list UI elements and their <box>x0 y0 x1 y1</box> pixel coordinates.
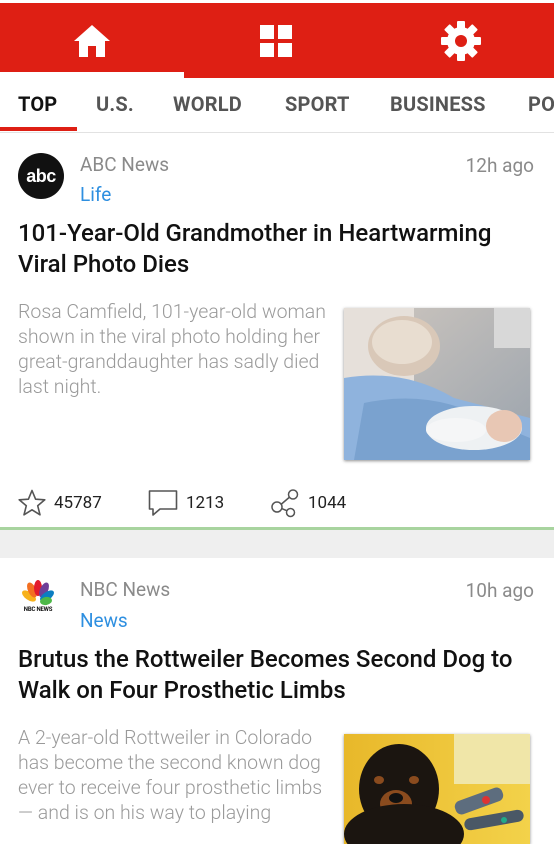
like-count: 45787 <box>54 493 102 513</box>
tab-business[interactable]: BUSINESS <box>390 78 486 130</box>
article-summary: Rosa Camfield, 101-year-old woman shown … <box>18 300 326 398</box>
share-button[interactable]: 1044 <box>270 485 346 521</box>
article-headline[interactable]: Brutus the Rottweiler Becomes Second Dog… <box>18 644 538 706</box>
tab-world[interactable]: WORLD <box>173 78 242 130</box>
nbc-logo-text: NBC NEWS <box>23 606 53 613</box>
top-nav-bar <box>0 0 554 78</box>
category-tabs: TOP U.S. WORLD SPORT BUSINESS PO <box>0 78 554 133</box>
article-stats: 45787 1213 1044 <box>0 485 554 521</box>
tab-home[interactable] <box>0 3 184 78</box>
share-count: 1044 <box>308 493 347 513</box>
article-card[interactable]: NBC NEWS NBC News News 10h ago Brutus th… <box>0 558 554 844</box>
article-card[interactable]: abc ABC News Life 12h ago 101-Year-Old G… <box>0 133 554 530</box>
article-category[interactable]: News <box>80 609 128 632</box>
article-summary: A 2-year-old Rottweiler in Colorado has … <box>18 726 323 824</box>
star-icon <box>18 489 46 516</box>
tab-sport[interactable]: SPORT <box>285 78 350 130</box>
source-name[interactable]: ABC News <box>80 153 169 176</box>
article-thumbnail[interactable] <box>344 734 530 844</box>
article-category[interactable]: Life <box>80 183 111 206</box>
article-headline[interactable]: 101-Year-Old Grandmother in Heartwarming… <box>18 218 538 280</box>
tab-politics[interactable]: PO <box>528 78 554 130</box>
comment-button[interactable]: 1213 <box>148 485 224 521</box>
comment-count: 1213 <box>186 493 225 513</box>
share-icon <box>271 489 299 518</box>
active-category-underline <box>0 127 77 131</box>
source-logo-nbc: NBC NEWS <box>18 578 58 618</box>
source-name[interactable]: NBC News <box>80 578 170 601</box>
article-time: 10h ago <box>465 579 534 602</box>
article-time: 12h ago <box>465 154 534 177</box>
gear-icon <box>441 20 481 61</box>
card-separator <box>0 530 554 558</box>
article-thumbnail[interactable] <box>344 308 530 460</box>
source-logo-abc: abc <box>18 153 64 199</box>
home-icon <box>74 24 110 57</box>
grid-icon <box>260 24 292 57</box>
tab-top[interactable]: TOP <box>18 78 57 130</box>
tab-settings[interactable] <box>368 3 554 78</box>
like-button[interactable]: 45787 <box>18 485 102 521</box>
tab-grid[interactable] <box>184 3 368 78</box>
tab-us[interactable]: U.S. <box>96 78 134 130</box>
comment-icon <box>148 490 178 516</box>
